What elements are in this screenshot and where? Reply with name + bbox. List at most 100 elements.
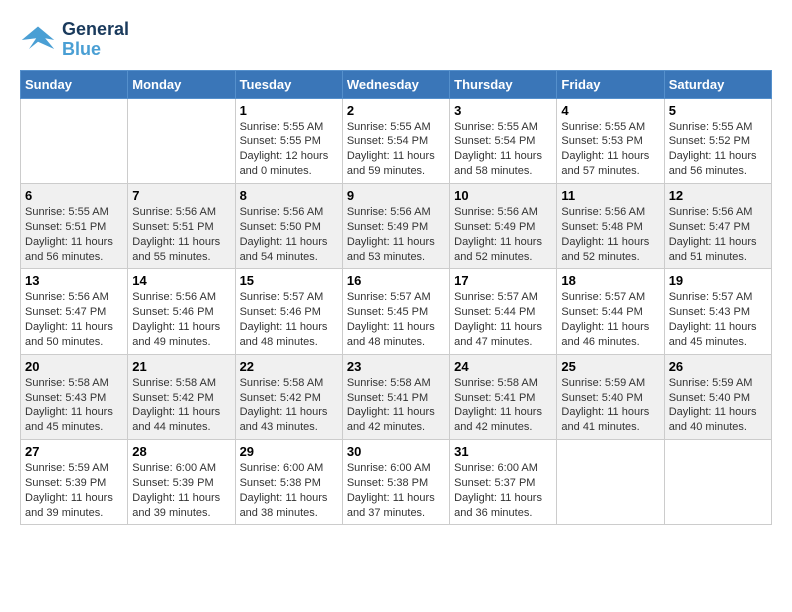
- day-cell: 4Sunrise: 5:55 AMSunset: 5:53 PMDaylight…: [557, 98, 664, 183]
- day-info: Sunrise: 5:56 AMSunset: 5:47 PMDaylight:…: [669, 205, 767, 264]
- day-info: Sunrise: 5:59 AMSunset: 5:40 PMDaylight:…: [561, 376, 659, 435]
- day-cell: 12 Sunrise: 5:56 AMSunset: 5:47 PMDayligh…: [664, 183, 771, 268]
- week-row-2: 6Sunrise: 5:55 AMSunset: 5:51 PMDaylight…: [21, 183, 772, 268]
- day-number: 5: [669, 103, 767, 118]
- day-cell: 8Sunrise: 5:56 AMSunset: 5:50 PMDaylight…: [235, 183, 342, 268]
- week-row-5: 27 Sunrise: 5:59 AMSunset: 5:39 PMDayligh…: [21, 440, 772, 525]
- logo: General Blue: [20, 20, 129, 60]
- day-cell: 17 Sunrise: 5:57 AMSunset: 5:44 PMDayligh…: [450, 269, 557, 354]
- day-number: 15: [240, 273, 338, 288]
- day-number: 2: [347, 103, 445, 118]
- day-cell: [128, 98, 235, 183]
- day-number: 3: [454, 103, 552, 118]
- day-info: Sunrise: 5:58 AMSunset: 5:43 PMDaylight:…: [25, 376, 123, 435]
- calendar-table: SundayMondayTuesdayWednesdayThursdayFrid…: [20, 70, 772, 526]
- day-info: Sunrise: 6:00 AMSunset: 5:37 PMDaylight:…: [454, 461, 552, 520]
- day-number: 29: [240, 444, 338, 459]
- day-number: 27: [25, 444, 123, 459]
- day-cell: [664, 440, 771, 525]
- day-info: Sunrise: 5:56 AMSunset: 5:49 PMDaylight:…: [347, 205, 445, 264]
- day-cell: 2 Sunrise: 5:55 AMSunset: 5:54 PMDaylight…: [342, 98, 449, 183]
- day-number: 7: [132, 188, 230, 203]
- weekday-header-monday: Monday: [128, 70, 235, 98]
- day-number: 9: [347, 188, 445, 203]
- day-cell: 23 Sunrise: 5:58 AMSunset: 5:41 PMDayligh…: [342, 354, 449, 439]
- day-info: Sunrise: 5:58 AMSunset: 5:41 PMDaylight:…: [454, 376, 552, 435]
- day-number: 28: [132, 444, 230, 459]
- day-number: 1: [240, 103, 338, 118]
- day-number: 18: [561, 273, 659, 288]
- day-info: Sunrise: 5:55 AMSunset: 5:55 PMDaylight:…: [240, 120, 338, 179]
- day-info: Sunrise: 5:59 AMSunset: 5:39 PMDaylight:…: [25, 461, 123, 520]
- day-info: Sunrise: 5:57 AMSunset: 5:44 PMDaylight:…: [454, 290, 552, 349]
- day-cell: 27 Sunrise: 5:59 AMSunset: 5:39 PMDayligh…: [21, 440, 128, 525]
- day-info: Sunrise: 5:56 AMSunset: 5:46 PMDaylight:…: [132, 290, 230, 349]
- day-info: Sunrise: 5:57 AMSunset: 5:46 PMDaylight:…: [240, 290, 338, 349]
- day-number: 26: [669, 359, 767, 374]
- day-info: Sunrise: 5:55 AMSunset: 5:54 PMDaylight:…: [454, 120, 552, 179]
- day-cell: 3 Sunrise: 5:55 AMSunset: 5:54 PMDaylight…: [450, 98, 557, 183]
- day-info: Sunrise: 6:00 AMSunset: 5:38 PMDaylight:…: [347, 461, 445, 520]
- day-number: 13: [25, 273, 123, 288]
- day-number: 30: [347, 444, 445, 459]
- logo-icon: [20, 22, 56, 58]
- day-cell: 1 Sunrise: 5:55 AMSunset: 5:55 PMDaylight…: [235, 98, 342, 183]
- day-info: Sunrise: 5:58 AMSunset: 5:41 PMDaylight:…: [347, 376, 445, 435]
- day-info: Sunrise: 5:56 AMSunset: 5:51 PMDaylight:…: [132, 205, 230, 264]
- day-info: Sunrise: 5:57 AMSunset: 5:44 PMDaylight:…: [561, 290, 659, 349]
- day-cell: 9 Sunrise: 5:56 AMSunset: 5:49 PMDaylight…: [342, 183, 449, 268]
- weekday-header-wednesday: Wednesday: [342, 70, 449, 98]
- day-cell: 22Sunrise: 5:58 AMSunset: 5:42 PMDayligh…: [235, 354, 342, 439]
- day-info: Sunrise: 5:58 AMSunset: 5:42 PMDaylight:…: [132, 376, 230, 435]
- day-cell: 15 Sunrise: 5:57 AMSunset: 5:46 PMDayligh…: [235, 269, 342, 354]
- day-number: 16: [347, 273, 445, 288]
- day-info: Sunrise: 5:56 AMSunset: 5:49 PMDaylight:…: [454, 205, 552, 264]
- day-info: Sunrise: 6:00 AMSunset: 5:38 PMDaylight:…: [240, 461, 338, 520]
- weekday-header-sunday: Sunday: [21, 70, 128, 98]
- day-info: Sunrise: 5:57 AMSunset: 5:43 PMDaylight:…: [669, 290, 767, 349]
- day-cell: 14 Sunrise: 5:56 AMSunset: 5:46 PMDayligh…: [128, 269, 235, 354]
- weekday-header-thursday: Thursday: [450, 70, 557, 98]
- day-info: Sunrise: 5:58 AMSunset: 5:42 PMDaylight:…: [240, 376, 338, 435]
- day-cell: 10 Sunrise: 5:56 AMSunset: 5:49 PMDayligh…: [450, 183, 557, 268]
- day-cell: 30 Sunrise: 6:00 AMSunset: 5:38 PMDayligh…: [342, 440, 449, 525]
- logo-text: General Blue: [62, 20, 129, 60]
- weekday-header-tuesday: Tuesday: [235, 70, 342, 98]
- day-info: Sunrise: 5:55 AMSunset: 5:51 PMDaylight:…: [25, 205, 123, 264]
- day-cell: 29 Sunrise: 6:00 AMSunset: 5:38 PMDayligh…: [235, 440, 342, 525]
- day-cell: 25 Sunrise: 5:59 AMSunset: 5:40 PMDayligh…: [557, 354, 664, 439]
- page-header: General Blue: [20, 20, 772, 60]
- day-cell: 20Sunrise: 5:58 AMSunset: 5:43 PMDayligh…: [21, 354, 128, 439]
- day-cell: [557, 440, 664, 525]
- day-cell: 31 Sunrise: 6:00 AMSunset: 5:37 PMDayligh…: [450, 440, 557, 525]
- day-info: Sunrise: 5:56 AMSunset: 5:47 PMDaylight:…: [25, 290, 123, 349]
- day-cell: 11 Sunrise: 5:56 AMSunset: 5:48 PMDayligh…: [557, 183, 664, 268]
- day-number: 10: [454, 188, 552, 203]
- day-number: 23: [347, 359, 445, 374]
- day-number: 14: [132, 273, 230, 288]
- day-cell: 18 Sunrise: 5:57 AMSunset: 5:44 PMDayligh…: [557, 269, 664, 354]
- day-number: 17: [454, 273, 552, 288]
- week-row-1: 1 Sunrise: 5:55 AMSunset: 5:55 PMDaylight…: [21, 98, 772, 183]
- day-number: 21: [132, 359, 230, 374]
- day-info: Sunrise: 5:56 AMSunset: 5:48 PMDaylight:…: [561, 205, 659, 264]
- day-cell: 5 Sunrise: 5:55 AMSunset: 5:52 PMDaylight…: [664, 98, 771, 183]
- week-row-4: 20Sunrise: 5:58 AMSunset: 5:43 PMDayligh…: [21, 354, 772, 439]
- day-cell: 19 Sunrise: 5:57 AMSunset: 5:43 PMDayligh…: [664, 269, 771, 354]
- day-info: Sunrise: 5:57 AMSunset: 5:45 PMDaylight:…: [347, 290, 445, 349]
- day-number: 25: [561, 359, 659, 374]
- day-cell: 28 Sunrise: 6:00 AMSunset: 5:39 PMDayligh…: [128, 440, 235, 525]
- weekday-header-row: SundayMondayTuesdayWednesdayThursdayFrid…: [21, 70, 772, 98]
- day-number: 11: [561, 188, 659, 203]
- day-info: Sunrise: 6:00 AMSunset: 5:39 PMDaylight:…: [132, 461, 230, 520]
- weekday-header-friday: Friday: [557, 70, 664, 98]
- day-info: Sunrise: 5:55 AMSunset: 5:52 PMDaylight:…: [669, 120, 767, 179]
- day-number: 19: [669, 273, 767, 288]
- day-info: Sunrise: 5:55 AMSunset: 5:53 PMDaylight:…: [561, 120, 659, 179]
- day-cell: 13 Sunrise: 5:56 AMSunset: 5:47 PMDayligh…: [21, 269, 128, 354]
- day-number: 31: [454, 444, 552, 459]
- day-number: 12: [669, 188, 767, 203]
- weekday-header-saturday: Saturday: [664, 70, 771, 98]
- day-info: Sunrise: 5:55 AMSunset: 5:54 PMDaylight:…: [347, 120, 445, 179]
- day-cell: 26Sunrise: 5:59 AMSunset: 5:40 PMDayligh…: [664, 354, 771, 439]
